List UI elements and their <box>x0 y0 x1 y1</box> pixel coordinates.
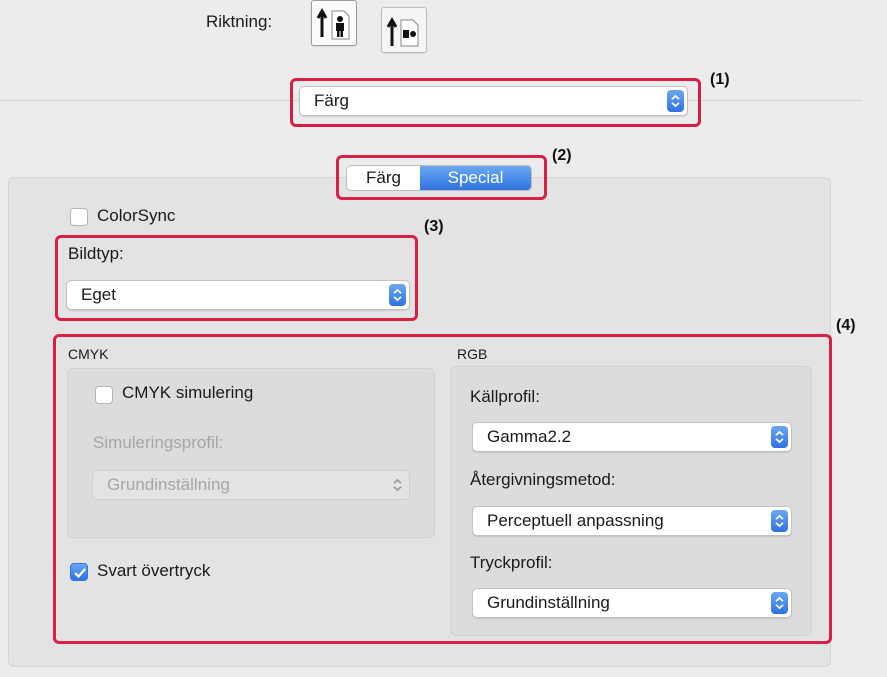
cmyk-simulation-label: CMYK simulering <box>122 383 254 402</box>
black-overprint-label: Svart övertryck <box>97 561 211 580</box>
print-profile-select[interactable]: Grundinställning <box>472 588 792 618</box>
rgb-heading: RGB <box>457 346 488 362</box>
rendering-method-label: Återgivningsmetod: <box>470 470 616 489</box>
source-profile-select[interactable]: Gamma2.2 <box>472 422 792 452</box>
simulation-profile-select[interactable]: Grundinställning <box>92 470 410 500</box>
callout-2: (2) <box>552 147 572 164</box>
portrait-orientation-button[interactable] <box>311 0 357 46</box>
chevron-updown-icon <box>389 474 406 496</box>
simulation-profile-label: Simuleringsprofil: <box>93 433 224 452</box>
rendering-method-value: Perceptuell anpassning <box>487 511 664 530</box>
cmyk-heading: CMYK <box>68 346 109 362</box>
checkmark-icon <box>74 568 86 579</box>
chevron-updown-icon <box>771 592 788 614</box>
landscape-orientation-button[interactable] <box>381 7 427 53</box>
highlight-3 <box>55 235 418 321</box>
simulation-profile-value: Grundinställning <box>107 475 230 494</box>
print-profile-value: Grundinställning <box>487 593 610 612</box>
cmyk-simulation-checkbox[interactable] <box>95 386 113 404</box>
landscape-orientation-icon <box>386 16 419 47</box>
highlight-1 <box>290 78 701 127</box>
rendering-method-select[interactable]: Perceptuell anpassning <box>472 506 792 536</box>
source-profile-value: Gamma2.2 <box>487 427 572 446</box>
chevron-updown-icon <box>771 510 788 532</box>
print-profile-label: Tryckprofil: <box>470 553 553 572</box>
black-overprint-checkbox[interactable] <box>70 563 88 581</box>
callout-3: (3) <box>424 218 444 235</box>
highlight-2 <box>336 155 547 200</box>
source-profile-label: Källprofil: <box>470 387 540 406</box>
callout-4: (4) <box>836 317 856 334</box>
callout-1: (1) <box>710 71 730 88</box>
chevron-updown-icon <box>771 426 788 448</box>
orientation-label: Riktning: <box>206 12 273 31</box>
colorsync-checkbox[interactable] <box>70 208 88 226</box>
colorsync-label: ColorSync <box>97 206 176 225</box>
portrait-orientation-icon <box>316 7 350 40</box>
